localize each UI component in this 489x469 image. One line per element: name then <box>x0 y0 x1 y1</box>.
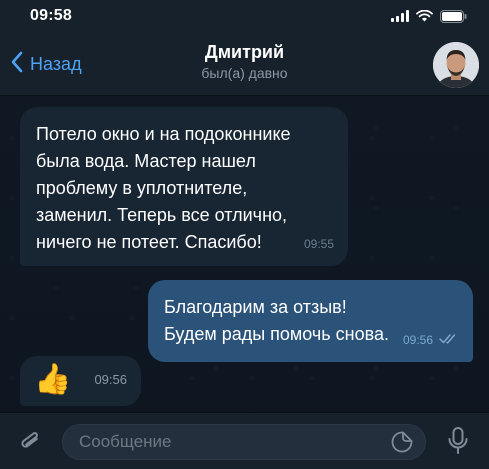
message-time: 09:55 <box>303 237 334 251</box>
chevron-left-icon <box>10 51 24 78</box>
thumbs-up-icon: 👍 <box>34 363 72 396</box>
chat-title-block[interactable]: Дмитрий был(а) давно <box>100 40 389 82</box>
message-time: 09:56 <box>402 333 433 347</box>
incoming-message[interactable]: Потело окно и на подоконнике была вода. … <box>20 107 348 266</box>
message-composer <box>0 412 489 469</box>
chat-header: Назад Дмитрий был(а) давно <box>0 32 489 96</box>
contact-name: Дмитрий <box>204 42 285 62</box>
message-text: Потело окно и на подоконнике была вода. … <box>36 124 291 252</box>
status-time: 09:58 <box>30 7 72 24</box>
outgoing-message[interactable]: Благодарим за отзыв! Будем рады помочь с… <box>148 280 473 362</box>
double-check-icon <box>439 325 459 352</box>
paperclip-icon[interactable] <box>16 427 44 455</box>
battery-icon <box>440 9 467 23</box>
message-input[interactable] <box>62 424 426 460</box>
back-label: Назад <box>30 53 82 74</box>
signal-icon <box>391 10 409 22</box>
back-button[interactable]: Назад <box>10 50 82 78</box>
status-icons <box>391 9 467 23</box>
avatar[interactable] <box>433 42 479 88</box>
status-bar: 09:58 <box>0 0 489 32</box>
microphone-icon[interactable] <box>446 426 470 456</box>
sticker-icon[interactable] <box>390 430 414 454</box>
emoji-message[interactable]: 👍 09:56 <box>20 356 141 406</box>
contact-status: был(а) давно <box>201 65 288 81</box>
message-time: 09:56 <box>94 372 127 387</box>
wifi-icon <box>416 10 433 22</box>
